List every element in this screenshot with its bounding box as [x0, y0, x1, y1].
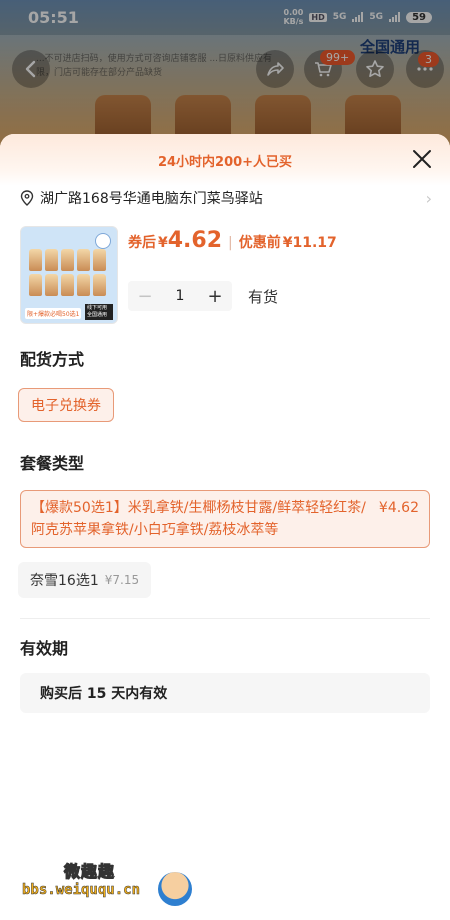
site-watermark: 微趣趣 bbs.weiququ.cn — [22, 852, 202, 912]
package-option[interactable]: 奈雪16选1 ¥7.15 — [18, 562, 152, 598]
package-option-price: ¥7.15 — [104, 573, 140, 587]
mascot-icon — [158, 872, 192, 906]
decrease-button[interactable]: − — [128, 281, 162, 311]
location-pin-icon — [20, 190, 34, 206]
package-option-name: 【爆款50选1】米乳拿铁/生椰杨枝甘露/鲜萃轻轻红茶/阿克苏苹果拿铁/小白巧拿铁… — [31, 500, 366, 538]
address-text: 湖广路168号华通电脑东门菜鸟驿站 — [40, 191, 263, 207]
quantity-row: − 1 + 有货 — [128, 281, 337, 311]
original-price-label: 优惠前 — [238, 235, 281, 251]
coupon-price-value: 4.62 — [167, 228, 223, 253]
brand-logo — [95, 233, 111, 249]
quantity-stepper: − 1 + — [128, 281, 232, 311]
delivery-option-ecoupon[interactable]: 电子兑换券 — [18, 388, 114, 422]
product-thumbnail[interactable]: 限+爆款必喝50选1 线下可用 全国通用 — [20, 226, 118, 324]
sales-banner: 24小时内200+人已买 — [157, 154, 293, 170]
delivery-method-title: 配货方式 — [20, 350, 85, 369]
watermark-title: 微趣趣 — [63, 862, 116, 882]
increase-button[interactable]: + — [198, 281, 232, 311]
coupon-price-label: 券后 — [128, 235, 156, 251]
stock-status: 有货 — [248, 287, 279, 306]
validity-title: 有效期 — [20, 639, 69, 658]
quantity-value[interactable]: 1 — [162, 288, 198, 304]
package-option-selected[interactable]: 【爆款50选1】米乳拿铁/生椰杨枝甘露/鲜萃轻轻红茶/阿克苏苹果拿铁/小白巧拿铁… — [20, 490, 430, 548]
validity-value: 购买后 15 天内有效 — [20, 673, 430, 713]
chevron-right-icon: › — [425, 188, 432, 208]
package-option-price: ¥4.62 — [378, 500, 419, 516]
close-icon[interactable] — [412, 149, 432, 169]
delivery-address-row[interactable]: 湖广路168号华通电脑东门菜鸟驿站 › — [0, 186, 450, 210]
thumbnail-label: 限+爆款必喝50选1 — [25, 308, 82, 319]
price-row: 券后 ¥ 4.62 | 优惠前 ¥11.17 — [128, 228, 337, 253]
price-divider: | — [228, 235, 233, 251]
sheet-header: 24小时内200+人已买 — [0, 134, 450, 186]
sku-selection-sheet: 24小时内200+人已买 湖广路168号华通电脑东门菜鸟驿站 › 限+爆款必喝5… — [0, 134, 450, 920]
package-option-name: 奈雪16选1 — [30, 573, 99, 589]
watermark-url: bbs.weiququ.cn — [22, 882, 141, 899]
thumbnail-label: 线下可用 全国通用 — [85, 304, 113, 320]
package-type-title: 套餐类型 — [20, 454, 85, 473]
original-price-value: ¥11.17 — [282, 235, 337, 251]
drinks-illustration — [29, 249, 109, 296]
product-summary: 限+爆款必喝50选1 线下可用 全国通用 券后 ¥ 4.62 | 优惠前 ¥11… — [0, 210, 450, 324]
currency-symbol: ¥ — [158, 235, 168, 251]
